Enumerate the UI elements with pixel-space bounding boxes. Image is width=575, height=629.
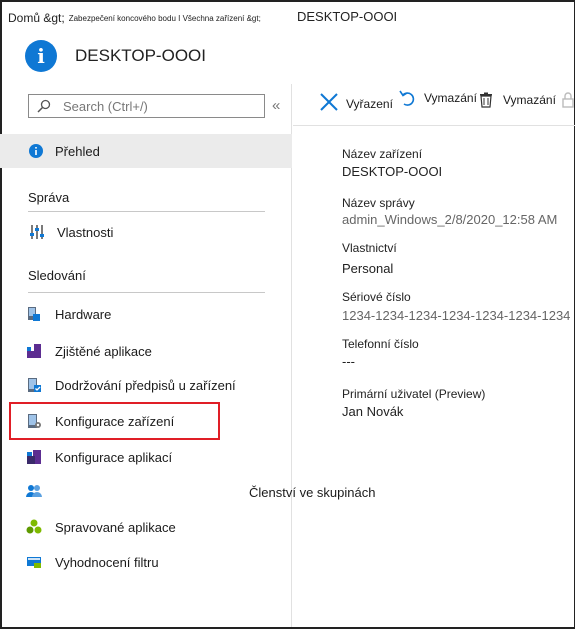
info-icon [29, 144, 43, 158]
group-icon [26, 485, 42, 497]
info-icon: i [25, 40, 57, 72]
device-name-label: Název zařízení [342, 147, 423, 161]
sidebar: Search (Ctrl+/) « Přehled Správa Vlastno… [0, 84, 292, 627]
highlight-box [9, 402, 220, 440]
group-membership-label[interactable]: Členství ve skupinách [249, 485, 375, 500]
divider [28, 292, 265, 293]
sidebar-item-overview[interactable]: Přehled [0, 134, 292, 168]
lock-icon [562, 92, 574, 108]
retire-button[interactable]: Vyřazení [319, 92, 393, 112]
apps-icon [27, 344, 41, 358]
sidebar-item-label: Spravované aplikace [55, 519, 176, 535]
sidebar-item-label: Dodržování předpisů u zařízení [55, 377, 236, 393]
breadcrumb-all-devices[interactable]: Zabezpečení koncového bodu I Všechna zař… [69, 14, 261, 23]
serial-number-label: Sériové číslo [342, 290, 411, 304]
ownership-label: Vlastnictví [342, 241, 397, 255]
breadcrumb-current: DESKTOP-OOOI [297, 9, 398, 24]
close-icon [320, 93, 338, 111]
primary-user-label: Primární uživatel (Preview) [342, 387, 486, 401]
delete-button[interactable]: Vymazání [479, 92, 574, 108]
page-header: i DESKTOP-OOOI [25, 40, 206, 72]
sidebar-item-label: Konfigurace aplikací [55, 449, 173, 465]
section-manage: Správa [28, 190, 70, 205]
sidebar-item-label: Zjištěné aplikace [55, 343, 152, 359]
sidebar-item-hardware[interactable]: Hardware [0, 297, 292, 331]
compliance-icon [28, 378, 41, 392]
trash-icon [480, 92, 492, 108]
sidebar-item-label: Hardware [55, 306, 112, 322]
app-config-icon [27, 450, 41, 464]
breadcrumb: Domů &gt; Zabezpečení koncového bodu I V… [8, 9, 397, 27]
breadcrumb-home[interactable]: Domů &gt; [8, 11, 65, 25]
undo-icon [399, 90, 415, 106]
serial-number-value: 1234-1234-1234-1234-1234-1234-1234 [342, 308, 571, 323]
properties-icon [30, 225, 44, 239]
sidebar-item-managed-apps[interactable]: Spravované aplikace [0, 510, 292, 544]
sidebar-item-label: Vlastnosti [57, 224, 114, 240]
phone-number-label: Telefonní číslo [342, 337, 419, 351]
sidebar-item-properties[interactable]: Vlastnosti [0, 215, 292, 249]
delete-label: Vymazání [503, 93, 556, 107]
wipe-button[interactable]: Vymazání [399, 89, 477, 107]
management-name-value: admin_Windows_2/8/2020_12:58 AM [342, 212, 558, 227]
command-bar: Vyřazení Vymazání Vymazání [293, 84, 575, 126]
sidebar-item-filter-evaluation[interactable]: Vyhodnocení filtru [0, 545, 292, 579]
search-icon [37, 99, 51, 113]
search-placeholder: Search (Ctrl+/) [63, 98, 148, 114]
managed-apps-icon [26, 519, 42, 534]
sidebar-item-discovered-apps[interactable]: Zjištěné aplikace [0, 334, 292, 368]
phone-number-value: --- [342, 354, 355, 369]
filter-icon [27, 557, 41, 568]
divider [28, 211, 265, 212]
sidebar-item-app-configuration[interactable]: Konfigurace aplikací [0, 440, 292, 474]
sidebar-item-compliance[interactable]: Dodržování předpisů u zařízení [0, 368, 292, 402]
search-input[interactable]: Search (Ctrl+/) [28, 94, 265, 118]
management-name-label: Název správy [342, 196, 415, 210]
sidebar-item-label: Přehled [55, 143, 100, 159]
collapse-sidebar-button[interactable]: « [272, 97, 280, 114]
wipe-label: Vymazání [424, 91, 477, 105]
device-name-value: DESKTOP-OOOI [342, 164, 443, 179]
primary-user-value: Jan Novák [342, 404, 404, 419]
page-title: DESKTOP-OOOI [75, 46, 206, 65]
sidebar-item-label: Vyhodnocení filtru [55, 554, 159, 570]
section-monitor: Sledování [28, 268, 86, 283]
hardware-icon [28, 307, 40, 321]
retire-label: Vyřazení [346, 97, 393, 111]
ownership-value: Personal [342, 261, 394, 276]
